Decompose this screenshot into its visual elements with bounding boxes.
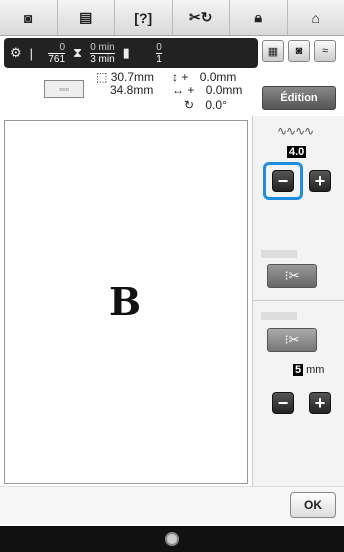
needle-icon: | <box>29 45 34 61</box>
density-minus-button[interactable]: − <box>272 170 294 192</box>
color-count: 0 1 <box>156 41 162 65</box>
hoop-view-icon[interactable]: ▦ <box>262 40 284 62</box>
camera-icon[interactable]: ◙ <box>0 0 58 35</box>
view-buttons: ▦ ◙ ≈ <box>262 40 336 62</box>
offset-y-row: ↕ + 0.0mm <box>172 70 237 84</box>
disabled-bar <box>261 250 297 258</box>
page-icon[interactable]: ▤ <box>58 0 115 35</box>
status-bar: ⚙ | 0 761 ⧗ 0 min 3 min ▮ 0 1 <box>4 38 258 68</box>
vertical-arrows-icon: ↕ <box>172 70 178 84</box>
distance-value: 5 <box>293 364 304 376</box>
camera-view-icon[interactable]: ◙ <box>288 40 310 62</box>
angle-row: ↻ 0.0° <box>184 98 227 112</box>
distance-row: 5 mm <box>293 364 324 376</box>
pattern-info: ▫▫▫ ⬚ 30.7mm 34.8mm ↕ + 0.0mm ↔ + 0.0mm … <box>0 70 250 118</box>
width-row: ⬚ 30.7mm <box>96 70 155 84</box>
top-toolbar: ◙ ▤ [?] ✂↻ 🔒︎ ⌂ <box>0 0 344 36</box>
machine-icon: ⚙ <box>10 45 22 60</box>
edit-button[interactable]: Édition <box>262 86 336 110</box>
thread-spool-icon: ▮ <box>122 45 130 60</box>
time-count: 0 min 3 min <box>90 41 115 65</box>
pattern-letter: B <box>109 279 142 324</box>
stitch-count: 0 761 <box>48 41 66 65</box>
density-plus-button[interactable]: + <box>309 170 331 192</box>
disabled-bar <box>261 312 297 320</box>
home-icon[interactable]: ⌂ <box>288 0 344 35</box>
distance-plus-button[interactable]: + <box>309 392 331 414</box>
help-icon[interactable]: [?] <box>115 0 173 35</box>
offset-x-row: ↔ + 0.0mm <box>172 83 243 97</box>
scissors-icon: ⁝✂ <box>284 332 300 347</box>
distance-unit: mm <box>306 364 325 376</box>
divider <box>253 300 344 301</box>
distance-minus-button[interactable]: − <box>272 392 294 414</box>
clock-icon[interactable] <box>165 532 179 546</box>
horizontal-arrows-icon: ↔ <box>172 83 184 97</box>
height-row: 34.8mm <box>110 83 154 97</box>
hourglass-icon: ⧗ <box>73 45 83 60</box>
scissors-icon: ⁝✂ <box>284 268 300 283</box>
frame-icon: ▫▫▫ <box>44 80 84 98</box>
settings-panel: ∿∿∿∿ 4.0 − + ⁝✂ ⁝✂ 5 mm − + <box>252 116 344 486</box>
embroidery-canvas[interactable]: B <box>4 120 248 484</box>
density-value: 4.0 <box>287 146 307 158</box>
stitch-icon[interactable]: ✂↻ <box>173 0 230 35</box>
trim-cut-button[interactable]: ⁝✂ <box>267 328 317 352</box>
lock-icon[interactable]: 🔒︎ <box>230 0 288 35</box>
wlan-icon[interactable]: ≈ <box>314 40 336 62</box>
rotate-icon: ↻ <box>184 98 195 112</box>
ok-button[interactable]: OK <box>290 492 336 518</box>
size-icon: ⬚ <box>96 70 108 84</box>
footer-bar <box>0 526 344 552</box>
stitch-density-icon: ∿∿∿∿ <box>277 124 314 138</box>
jump-cut-button[interactable]: ⁝✂ <box>267 264 317 288</box>
